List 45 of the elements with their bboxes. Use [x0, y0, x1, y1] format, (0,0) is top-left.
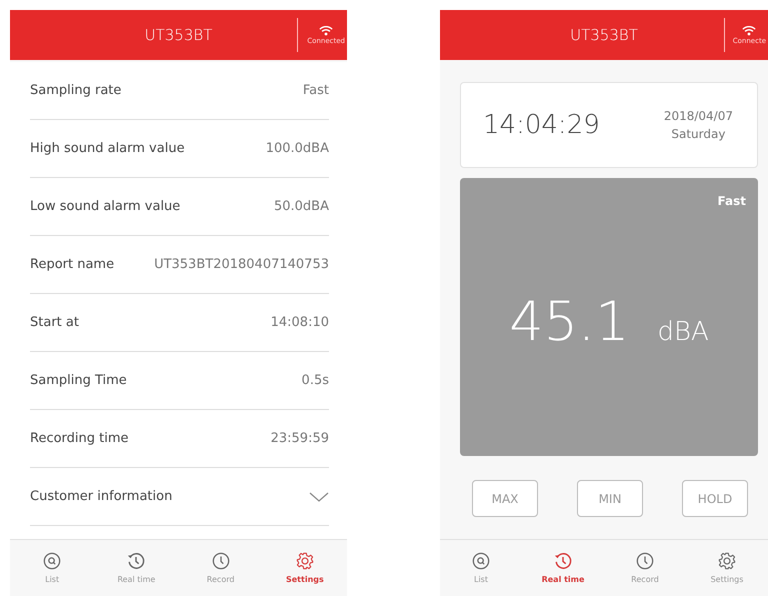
- setting-value[interactable]: 0.5s: [302, 373, 329, 388]
- clock-icon: [636, 552, 654, 570]
- settings-icon: [718, 552, 736, 570]
- nav-tab[interactable]: List: [451, 552, 511, 584]
- history-icon: [127, 552, 146, 570]
- sound-level-reading: 45.1: [509, 290, 630, 353]
- setting-label: Start at: [30, 315, 79, 330]
- setting-value[interactable]: 23:59:59: [270, 431, 329, 446]
- clock-date: 2018/04/07: [664, 109, 733, 123]
- nav-tab[interactable]: Settings: [274, 552, 335, 584]
- nav-tab[interactable]: Record: [190, 552, 251, 584]
- nav-tab[interactable]: Record: [615, 552, 675, 584]
- sampling-mode: Fast: [718, 194, 746, 208]
- setting-value[interactable]: UT353BT20180407140753: [154, 257, 329, 272]
- setting-value[interactable]: 100.0dBA: [266, 141, 329, 156]
- setting-value[interactable]: 14:08:10: [270, 315, 329, 330]
- app-title: UT353BT: [144, 26, 212, 44]
- mode-button[interactable]: MIN: [577, 480, 643, 517]
- clock-weekday: Saturday: [671, 127, 726, 141]
- chevron-icon[interactable]: [309, 492, 329, 502]
- setting-label: Customer information: [30, 489, 172, 504]
- wifi-icon: [742, 25, 756, 36]
- nav-tab[interactable]: Real time: [106, 552, 166, 584]
- search-icon: [43, 552, 62, 570]
- mode-button[interactable]: HOLD: [682, 480, 748, 517]
- setting-label: Low sound alarm value: [30, 199, 180, 214]
- sound-level-unit: dBA: [657, 317, 709, 347]
- clock-icon: [212, 552, 230, 570]
- setting-label: Sampling Time: [30, 373, 127, 388]
- app-title: UT353BT: [570, 26, 638, 44]
- setting-label: Recording time: [30, 431, 129, 446]
- nav-tab[interactable]: Real time: [533, 552, 593, 584]
- settings-icon: [296, 552, 314, 570]
- nav-tab[interactable]: Settings: [697, 552, 757, 584]
- setting-label: High sound alarm value: [30, 141, 185, 156]
- setting-value[interactable]: 50.0dBA: [274, 199, 329, 214]
- wifi-icon: [319, 25, 334, 36]
- mode-button[interactable]: MAX: [472, 480, 538, 517]
- history-icon: [554, 552, 572, 570]
- clock-time: 14:04:29: [483, 110, 600, 140]
- setting-value[interactable]: Fast: [302, 83, 329, 98]
- search-icon: [472, 552, 490, 570]
- setting-label: Sampling rate: [30, 83, 122, 98]
- setting-label: Report name: [30, 257, 114, 272]
- nav-tab[interactable]: List: [22, 552, 82, 584]
